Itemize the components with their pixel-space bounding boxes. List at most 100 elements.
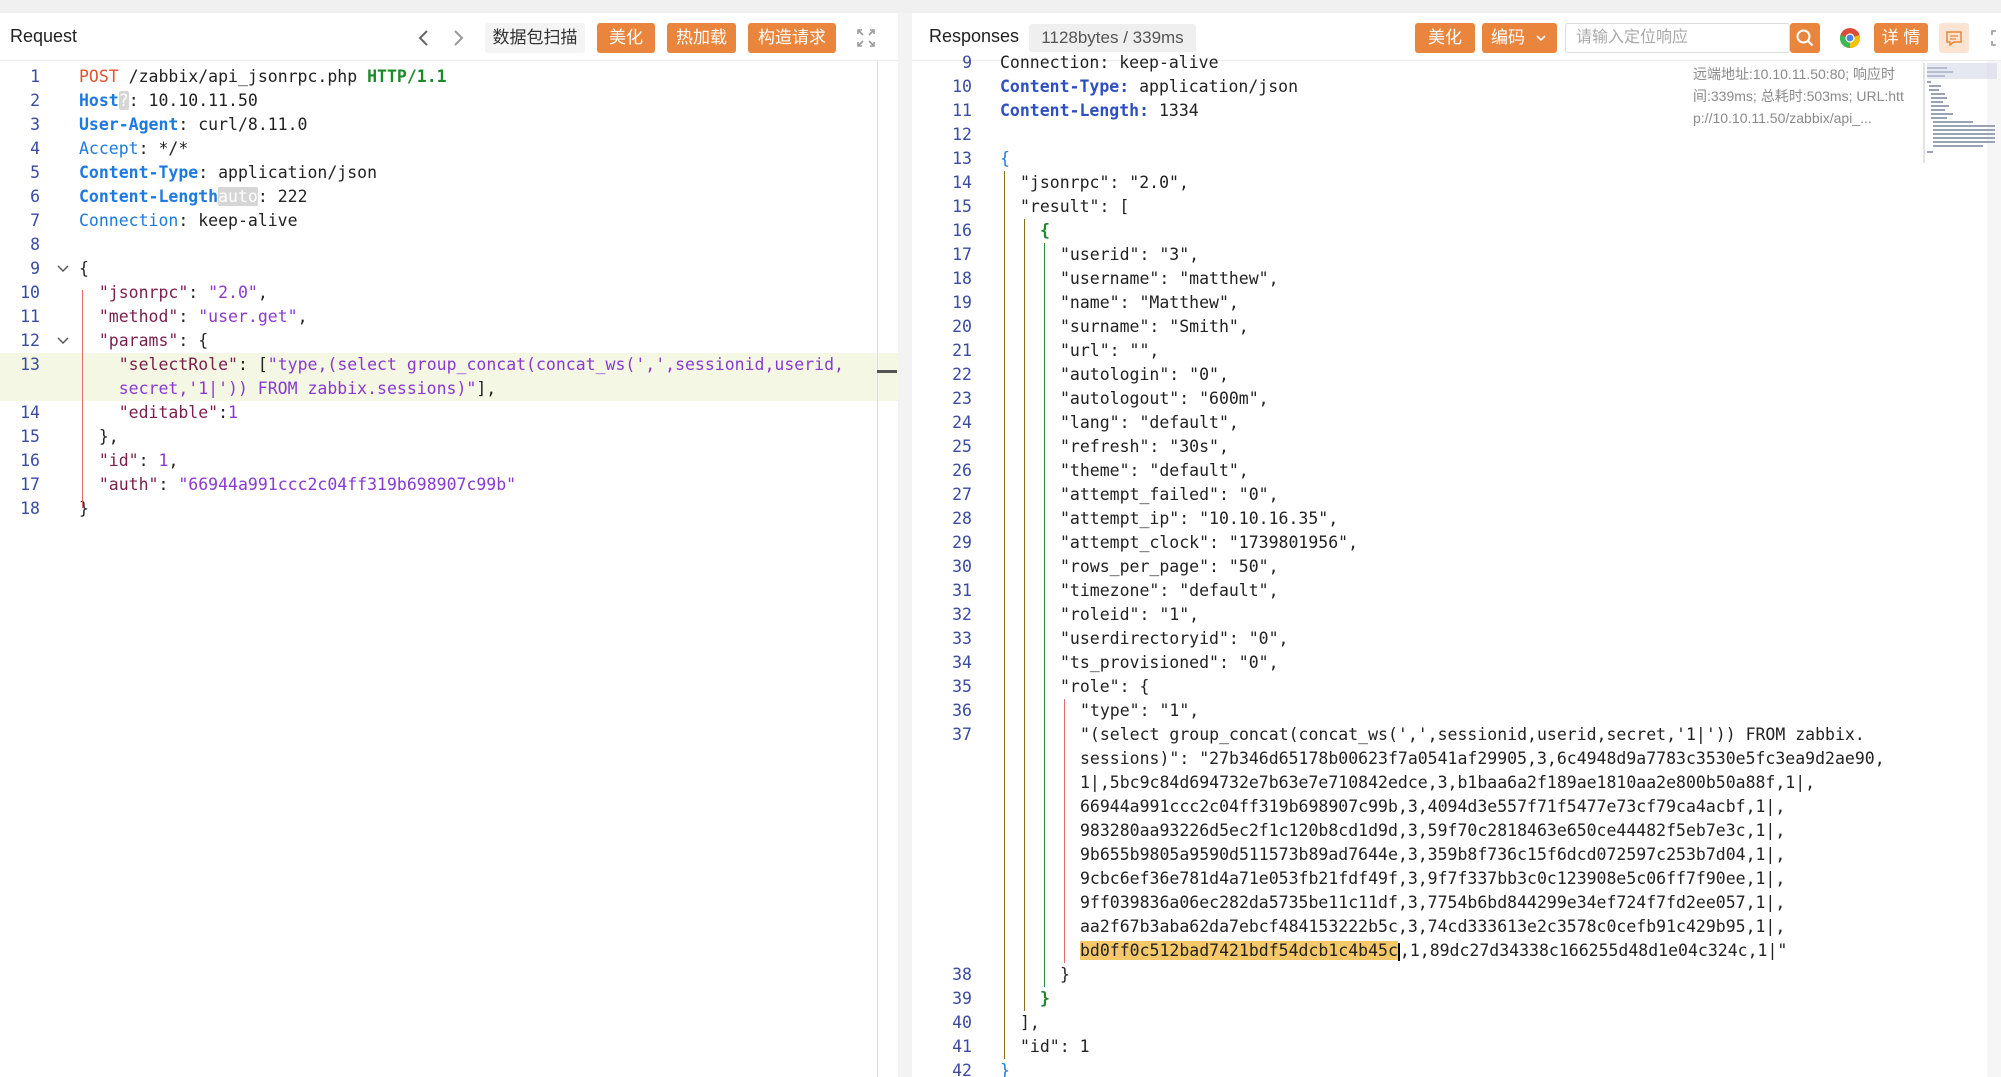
response-code-line[interactable]: 1|,5bc9c84d694732e7b63e7e710842edce,3,b1… (912, 771, 2001, 795)
request-code-line[interactable]: 12 "params": { (0, 329, 898, 353)
code-token: "ts_provisioned": "0", (1060, 653, 1279, 672)
indent-guide (1044, 963, 1045, 987)
response-scrollbar[interactable] (1987, 61, 2001, 1077)
code-text: "auth": "66944a991ccc2c04ff319b698907c99… (79, 473, 516, 497)
request-code-line[interactable]: 16 "id": 1, (0, 449, 898, 473)
pane-divider[interactable] (898, 13, 912, 1077)
response-code-line[interactable]: 32 "roleid": "1", (912, 603, 2001, 627)
chrome-icon[interactable] (1835, 23, 1865, 53)
request-code-line[interactable]: 15 }, (0, 425, 898, 449)
response-code-line[interactable]: 29 "attempt_clock": "1739801956", (912, 531, 2001, 555)
response-code-line[interactable]: 13 { (912, 147, 2001, 171)
response-code-line[interactable]: 9b655b9805a9590d511573b89ad7644e,3,359b8… (912, 843, 2001, 867)
expand-icon[interactable] (1985, 23, 2001, 53)
response-beautify-button[interactable]: 美化 (1415, 23, 1475, 53)
request-code-line[interactable]: 2 Host?: 10.10.11.50 (0, 89, 898, 113)
line-number: 4 (30, 139, 40, 158)
response-code-line[interactable]: 35 "role": { (912, 675, 2001, 699)
response-code-line[interactable]: 18 "username": "matthew", (912, 267, 2001, 291)
request-code-line[interactable]: 14 "editable":1 (0, 401, 898, 425)
response-code-line[interactable]: 983280aa93226d5ec2f1c120b8cd1d9d,3,59f70… (912, 819, 2001, 843)
response-code-line[interactable]: 37 "(select group_concat(concat_ws(',',se… (912, 723, 2001, 747)
code-token: sessions)": "27b346d65178b00623f7a0541af… (1080, 749, 1885, 768)
expand-icon[interactable] (852, 23, 880, 53)
request-code-line[interactable]: 8 (0, 233, 898, 257)
response-code-line[interactable]: 22 "autologin": "0", (912, 363, 2001, 387)
request-code-line[interactable]: 5 Content-Type: application/json (0, 161, 898, 185)
request-code-line[interactable]: 7 Connection: keep-alive (0, 209, 898, 233)
code-token: ,1,89dc27d34338c166255d48d1e04c324c,1|" (1399, 941, 1788, 960)
response-code-line[interactable]: aa2f67b3aba62da7ebcf484153222b5c,3,74cd3… (912, 915, 2001, 939)
response-editor[interactable]: 9 Connection: keep-alive 10 Content-Type: a… (912, 53, 2001, 1077)
response-code-line[interactable]: 40], (912, 1011, 2001, 1035)
indent-guide (1004, 267, 1005, 291)
response-code-line[interactable]: 36 "type": "1", (912, 699, 2001, 723)
response-code-line[interactable]: 23 "autologout": "600m", (912, 387, 2001, 411)
response-code-line[interactable]: 17 "userid": "3", (912, 243, 2001, 267)
code-text: "params": { (79, 329, 208, 353)
request-code-line[interactable]: 9{ (0, 257, 898, 281)
response-code-line[interactable]: 66944a991ccc2c04ff319b698907c99b,3,4094d… (912, 795, 2001, 819)
response-code-line[interactable]: 20 "surname": "Smith", (912, 315, 2001, 339)
hot-load-button[interactable]: 热加载 (667, 23, 736, 53)
indent-guide (1004, 243, 1005, 267)
forward-arrow-icon[interactable] (444, 23, 472, 53)
request-code-line[interactable]: 1 POST /zabbix/api_jsonrpc.php HTTP/1.1 (0, 65, 898, 89)
response-code-line[interactable]: 41 "id": 1 (912, 1035, 2001, 1059)
request-code-line[interactable]: 18} (0, 497, 898, 521)
response-code-line[interactable]: 30 "rows_per_page": "50", (912, 555, 2001, 579)
request-scroll-marker[interactable] (877, 370, 897, 373)
code-token: { (1000, 149, 1010, 168)
response-code-line[interactable]: 24 "lang": "default", (912, 411, 2001, 435)
request-editor[interactable]: 1 POST /zabbix/api_jsonrpc.php HTTP/1.1 2 H… (0, 61, 898, 1077)
encoding-dropdown[interactable]: 编码 (1482, 23, 1557, 53)
response-code-line[interactable]: 27 "attempt_failed": "0", (912, 483, 2001, 507)
request-code-line[interactable]: 11 "method": "user.get", (0, 305, 898, 329)
response-code-line[interactable]: 31 "timezone": "default", (912, 579, 2001, 603)
response-code-line[interactable]: 38} (912, 963, 2001, 987)
response-code-line[interactable]: 9ff039836a06ec282da5735be11c11df,3,7754b… (912, 891, 2001, 915)
response-code-line[interactable]: 14 "jsonrpc": "2.0", (912, 171, 2001, 195)
response-code-line[interactable]: sessions)": "27b346d65178b00623f7a0541af… (912, 747, 2001, 771)
back-arrow-icon[interactable] (410, 23, 438, 53)
request-code-line[interactable]: 17 "auth": "66944a991ccc2c04ff319b698907… (0, 473, 898, 497)
response-code-line[interactable]: 9cbc6ef36e781d4a71e053fb21fdf49f,3,9f7f3… (912, 867, 2001, 891)
code-text: "timezone": "default", (1060, 579, 1279, 603)
code-token: "user.get" (198, 307, 298, 326)
search-button[interactable] (1790, 23, 1820, 53)
build-request-button[interactable]: 构造请求 (748, 23, 836, 53)
request-code-line[interactable]: 3 User-Agent: curl/8.11.0 (0, 113, 898, 137)
details-button[interactable]: 详 情 (1874, 23, 1928, 53)
response-code-line[interactable]: 39} (912, 987, 2001, 1011)
response-code-line[interactable]: 15 "result": [ (912, 195, 2001, 219)
beautify-button[interactable]: 美化 (597, 23, 655, 53)
response-code-line[interactable]: 19 "name": "Matthew", (912, 291, 2001, 315)
packet-scan-button[interactable]: 数据包扫描 (485, 23, 585, 53)
response-code-line[interactable]: 26 "theme": "default", (912, 459, 2001, 483)
request-code-line[interactable]: 10 "jsonrpc": "2.0", (0, 281, 898, 305)
response-code-line[interactable]: 33 "userdirectoryid": "0", (912, 627, 2001, 651)
response-code-line[interactable]: 16 { (912, 219, 2001, 243)
code-token: "jsonrpc": "2.0", (1020, 173, 1189, 192)
request-code-line[interactable]: 6 Content-Lengthauto: 222 (0, 185, 898, 209)
line-number: 1 (30, 67, 40, 86)
request-code-line[interactable]: 13 "selectRole": ["type,(select group_co… (0, 353, 898, 377)
indent-guide (1024, 315, 1025, 339)
response-code-line[interactable]: 28 "attempt_ip": "10.10.16.35", (912, 507, 2001, 531)
response-code-line[interactable]: 21 "url": "", (912, 339, 2001, 363)
response-code-line[interactable]: 25 "refresh": "30s", (912, 435, 2001, 459)
response-minimap[interactable] (1923, 63, 2001, 163)
response-code-line[interactable]: bd0ff0c512bad7421bdf54dcb1c4b45c ,1,89dc2… (912, 939, 2001, 963)
comment-icon[interactable] (1939, 23, 1969, 53)
request-code-line[interactable]: 4 Accept: */* (0, 137, 898, 161)
response-search-input[interactable] (1566, 24, 1789, 52)
code-token: : application/json (198, 163, 378, 182)
response-code-line[interactable]: 42} (912, 1059, 2001, 1077)
code-text: 9cbc6ef36e781d4a71e053fb21fdf49f,3,9f7f3… (1080, 867, 1785, 891)
code-text: "id": 1 (1020, 1035, 1090, 1059)
code-text: { (1040, 219, 1050, 243)
code-text: Connection: keep-alive (1000, 51, 1219, 75)
indent-guide (1004, 507, 1005, 531)
request-code-line[interactable]: secret,'1|')) FROM zabbix.sessions)"], (0, 377, 898, 401)
response-code-line[interactable]: 34 "ts_provisioned": "0", (912, 651, 2001, 675)
